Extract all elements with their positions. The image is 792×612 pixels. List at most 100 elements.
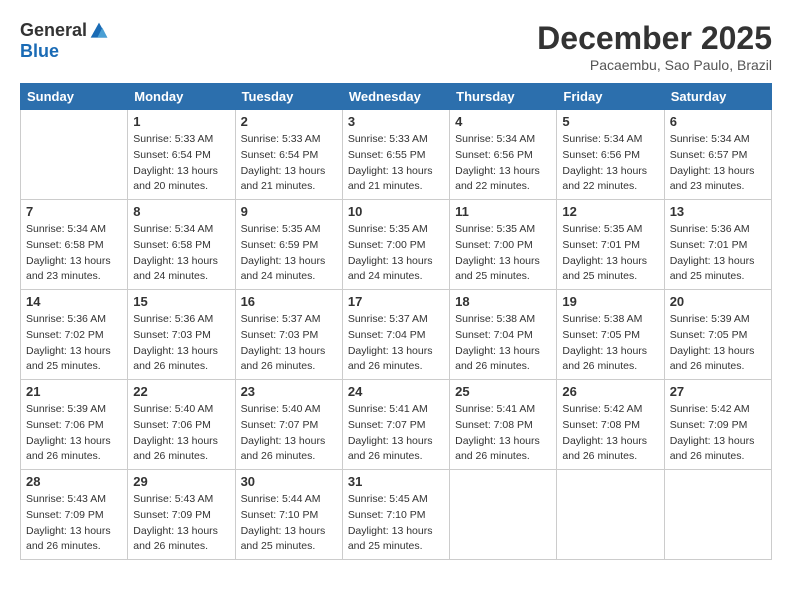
day-number: 14	[26, 294, 122, 309]
day-number: 28	[26, 474, 122, 489]
day-cell: 5 Sunrise: 5:34 AM Sunset: 6:56 PM Daylig…	[557, 110, 664, 200]
week-row-5: 28 Sunrise: 5:43 AM Sunset: 7:09 PM Dayli…	[21, 470, 772, 560]
weekday-header-saturday: Saturday	[664, 84, 771, 110]
day-number: 9	[241, 204, 337, 219]
day-cell: 2 Sunrise: 5:33 AM Sunset: 6:54 PM Daylig…	[235, 110, 342, 200]
day-info: Sunrise: 5:37 AM Sunset: 7:04 PM Dayligh…	[348, 312, 444, 375]
day-cell: 7 Sunrise: 5:34 AM Sunset: 6:58 PM Daylig…	[21, 200, 128, 290]
day-cell: 22 Sunrise: 5:40 AM Sunset: 7:06 PM Dayli…	[128, 380, 235, 470]
day-info: Sunrise: 5:39 AM Sunset: 7:06 PM Dayligh…	[26, 402, 122, 465]
day-info: Sunrise: 5:36 AM Sunset: 7:03 PM Dayligh…	[133, 312, 229, 375]
day-number: 18	[455, 294, 551, 309]
day-info: Sunrise: 5:34 AM Sunset: 6:56 PM Dayligh…	[562, 132, 658, 195]
day-cell: 20 Sunrise: 5:39 AM Sunset: 7:05 PM Dayli…	[664, 290, 771, 380]
day-number: 8	[133, 204, 229, 219]
day-cell	[557, 470, 664, 560]
day-cell: 8 Sunrise: 5:34 AM Sunset: 6:58 PM Daylig…	[128, 200, 235, 290]
day-info: Sunrise: 5:34 AM Sunset: 6:57 PM Dayligh…	[670, 132, 766, 195]
day-info: Sunrise: 5:35 AM Sunset: 6:59 PM Dayligh…	[241, 222, 337, 285]
day-cell: 24 Sunrise: 5:41 AM Sunset: 7:07 PM Dayli…	[342, 380, 449, 470]
day-info: Sunrise: 5:37 AM Sunset: 7:03 PM Dayligh…	[241, 312, 337, 375]
day-number: 6	[670, 114, 766, 129]
day-number: 20	[670, 294, 766, 309]
day-cell: 10 Sunrise: 5:35 AM Sunset: 7:00 PM Dayli…	[342, 200, 449, 290]
day-cell: 13 Sunrise: 5:36 AM Sunset: 7:01 PM Dayli…	[664, 200, 771, 290]
weekday-header-row: SundayMondayTuesdayWednesdayThursdayFrid…	[21, 84, 772, 110]
day-number: 21	[26, 384, 122, 399]
day-number: 13	[670, 204, 766, 219]
day-info: Sunrise: 5:38 AM Sunset: 7:04 PM Dayligh…	[455, 312, 551, 375]
day-info: Sunrise: 5:43 AM Sunset: 7:09 PM Dayligh…	[26, 492, 122, 555]
day-info: Sunrise: 5:36 AM Sunset: 7:01 PM Dayligh…	[670, 222, 766, 285]
day-info: Sunrise: 5:45 AM Sunset: 7:10 PM Dayligh…	[348, 492, 444, 555]
day-info: Sunrise: 5:41 AM Sunset: 7:07 PM Dayligh…	[348, 402, 444, 465]
day-cell: 23Sunrise: 5:40 AM Sunset: 7:07 PM Dayli…	[235, 380, 342, 470]
day-cell: 17 Sunrise: 5:37 AM Sunset: 7:04 PM Dayli…	[342, 290, 449, 380]
location: Pacaembu, Sao Paulo, Brazil	[537, 57, 772, 73]
weekday-header-tuesday: Tuesday	[235, 84, 342, 110]
day-info: Sunrise: 5:41 AM Sunset: 7:08 PM Dayligh…	[455, 402, 551, 465]
day-number: 24	[348, 384, 444, 399]
day-cell: 25Sunrise: 5:41 AM Sunset: 7:08 PM Dayli…	[450, 380, 557, 470]
day-number: 1	[133, 114, 229, 129]
day-cell: 12 Sunrise: 5:35 AM Sunset: 7:01 PM Dayli…	[557, 200, 664, 290]
day-cell	[21, 110, 128, 200]
day-info: Sunrise: 5:33 AM Sunset: 6:55 PM Dayligh…	[348, 132, 444, 195]
day-number: 5	[562, 114, 658, 129]
day-cell: 14 Sunrise: 5:36 AM Sunset: 7:02 PM Dayli…	[21, 290, 128, 380]
day-number: 26	[562, 384, 658, 399]
day-info: Sunrise: 5:33 AM Sunset: 6:54 PM Dayligh…	[241, 132, 337, 195]
week-row-4: 21 Sunrise: 5:39 AM Sunset: 7:06 PM Dayli…	[21, 380, 772, 470]
logo: General Blue	[20, 20, 109, 62]
day-cell: 31 Sunrise: 5:45 AM Sunset: 7:10 PM Dayli…	[342, 470, 449, 560]
day-info: Sunrise: 5:42 AM Sunset: 7:08 PM Dayligh…	[562, 402, 658, 465]
day-info: Sunrise: 5:39 AM Sunset: 7:05 PM Dayligh…	[670, 312, 766, 375]
day-number: 31	[348, 474, 444, 489]
day-info: Sunrise: 5:40 AM Sunset: 7:06 PM Dayligh…	[133, 402, 229, 465]
day-number: 10	[348, 204, 444, 219]
day-number: 11	[455, 204, 551, 219]
day-number: 15	[133, 294, 229, 309]
day-info: Sunrise: 5:35 AM Sunset: 7:00 PM Dayligh…	[348, 222, 444, 285]
day-number: 7	[26, 204, 122, 219]
day-cell: 1 Sunrise: 5:33 AM Sunset: 6:54 PM Daylig…	[128, 110, 235, 200]
day-number: 22	[133, 384, 229, 399]
day-info: Sunrise: 5:33 AM Sunset: 6:54 PM Dayligh…	[133, 132, 229, 195]
logo-icon	[89, 21, 109, 41]
day-cell: 29Sunrise: 5:43 AM Sunset: 7:09 PM Dayli…	[128, 470, 235, 560]
day-cell	[450, 470, 557, 560]
day-number: 2	[241, 114, 337, 129]
day-cell	[664, 470, 771, 560]
day-info: Sunrise: 5:35 AM Sunset: 7:00 PM Dayligh…	[455, 222, 551, 285]
day-info: Sunrise: 5:36 AM Sunset: 7:02 PM Dayligh…	[26, 312, 122, 375]
day-cell: 26 Sunrise: 5:42 AM Sunset: 7:08 PM Dayli…	[557, 380, 664, 470]
day-number: 30	[241, 474, 337, 489]
day-cell: 30Sunrise: 5:44 AM Sunset: 7:10 PM Dayli…	[235, 470, 342, 560]
page-header: General Blue December 2025 Pacaembu, Sao…	[20, 20, 772, 73]
day-info: Sunrise: 5:35 AM Sunset: 7:01 PM Dayligh…	[562, 222, 658, 285]
day-number: 16	[241, 294, 337, 309]
week-row-1: 1 Sunrise: 5:33 AM Sunset: 6:54 PM Daylig…	[21, 110, 772, 200]
weekday-header-friday: Friday	[557, 84, 664, 110]
logo-general: General	[20, 20, 87, 41]
day-number: 23	[241, 384, 337, 399]
day-info: Sunrise: 5:38 AM Sunset: 7:05 PM Dayligh…	[562, 312, 658, 375]
month-title: December 2025	[537, 20, 772, 57]
weekday-header-monday: Monday	[128, 84, 235, 110]
day-cell: 21 Sunrise: 5:39 AM Sunset: 7:06 PM Dayli…	[21, 380, 128, 470]
weekday-header-thursday: Thursday	[450, 84, 557, 110]
day-cell: 15 Sunrise: 5:36 AM Sunset: 7:03 PM Dayli…	[128, 290, 235, 380]
day-info: Sunrise: 5:34 AM Sunset: 6:58 PM Dayligh…	[26, 222, 122, 285]
day-number: 17	[348, 294, 444, 309]
day-info: Sunrise: 5:34 AM Sunset: 6:58 PM Dayligh…	[133, 222, 229, 285]
day-number: 29	[133, 474, 229, 489]
day-number: 12	[562, 204, 658, 219]
calendar-table: SundayMondayTuesdayWednesdayThursdayFrid…	[20, 83, 772, 560]
day-cell: 28 Sunrise: 5:43 AM Sunset: 7:09 PM Dayli…	[21, 470, 128, 560]
day-cell: 11 Sunrise: 5:35 AM Sunset: 7:00 PM Dayli…	[450, 200, 557, 290]
day-number: 4	[455, 114, 551, 129]
day-number: 3	[348, 114, 444, 129]
title-block: December 2025 Pacaembu, Sao Paulo, Brazi…	[537, 20, 772, 73]
day-info: Sunrise: 5:34 AM Sunset: 6:56 PM Dayligh…	[455, 132, 551, 195]
day-cell: 18 Sunrise: 5:38 AM Sunset: 7:04 PM Dayli…	[450, 290, 557, 380]
